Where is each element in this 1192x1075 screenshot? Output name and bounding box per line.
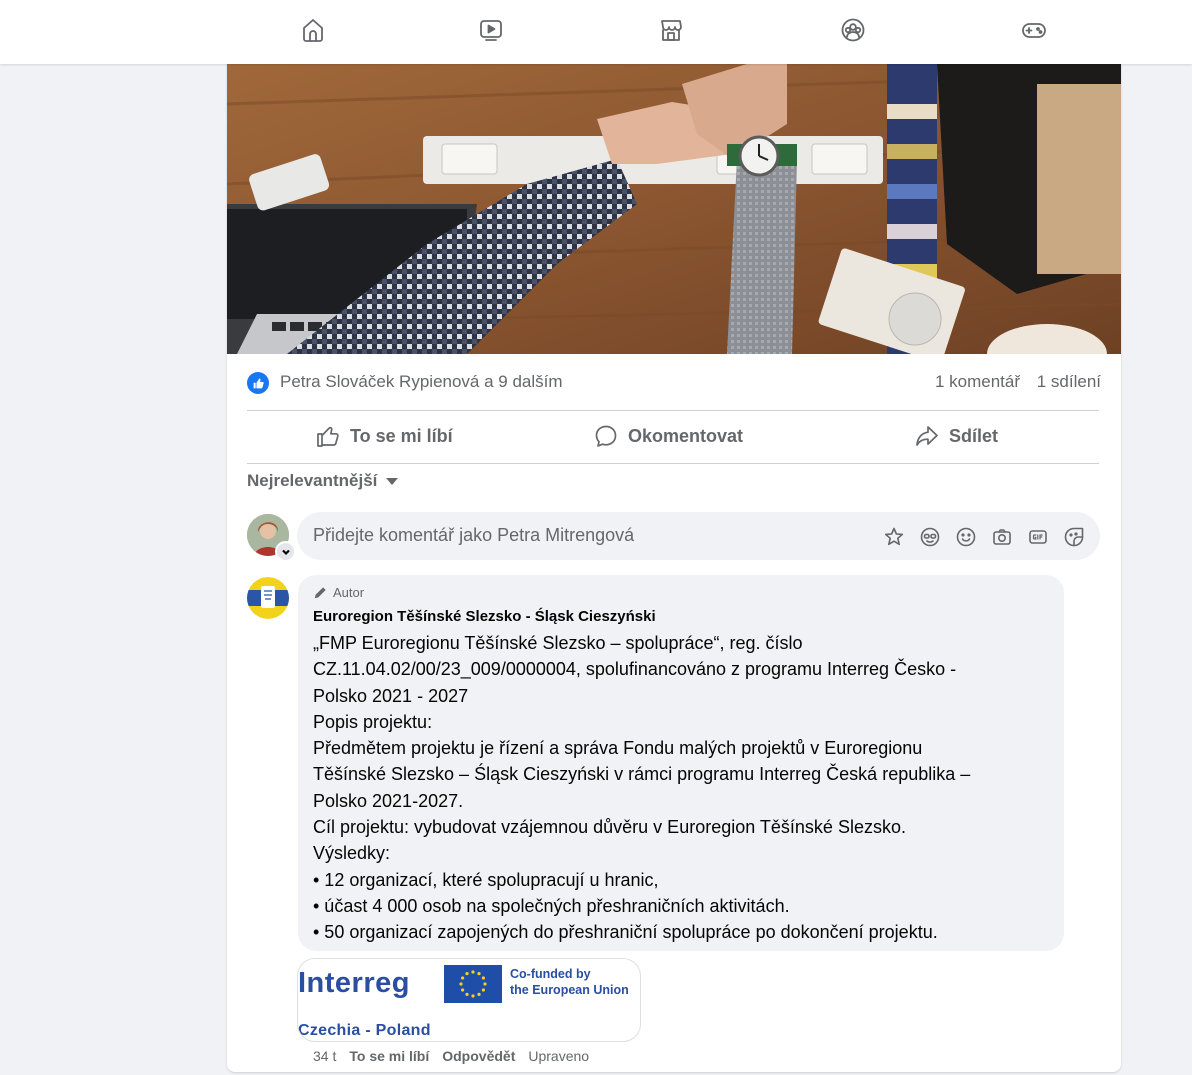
comment-like-link[interactable]: To se mi líbí <box>349 1048 429 1064</box>
groups-icon[interactable] <box>833 12 873 48</box>
author-badge-label: Autor <box>333 585 365 600</box>
comment-line: Předmětem projektu je řízení a správa Fo… <box>313 738 923 759</box>
euroregion-avatar[interactable] <box>247 577 289 619</box>
comment-line: • účast 4 000 osob na společných přeshra… <box>313 895 790 916</box>
comment-input-placeholder: Přidejte komentář jako Petra Mitrengová <box>313 525 635 545</box>
gif-icon[interactable] <box>1020 524 1056 550</box>
camera-icon[interactable] <box>984 524 1020 550</box>
comment-button[interactable]: Okomentovat <box>593 420 743 452</box>
smiley-icon[interactable] <box>948 524 984 550</box>
comment-line: „FMP Euroregionu Těšínské Slezsko – spol… <box>313 633 803 653</box>
comment-line: Cíl projektu: vybudovat vzájemnou důvěru… <box>313 817 906 838</box>
gaming-icon[interactable] <box>1014 12 1054 48</box>
post-actions: To se mi líbí Okomentovat Sdílet <box>247 412 1099 462</box>
comment-meta: 34 t To se mi líbí Odpovědět Upraveno <box>313 1048 602 1064</box>
home-icon[interactable] <box>293 12 333 48</box>
comment-line: CZ.11.04.02/00/23_009/0000004, spolufina… <box>313 659 957 680</box>
comment-line: Těšínské Slezsko – Śląsk Cieszyński v rá… <box>313 764 971 785</box>
thumbs-up-icon <box>317 426 339 447</box>
top-navigation-bar <box>0 0 1192 64</box>
profile-switch-chevron-icon[interactable] <box>275 541 296 562</box>
comment-line: Výsledky: <box>313 843 391 864</box>
comment-line: Polsko 2021 - 2027 <box>313 685 469 706</box>
comment-line: • 50 organizací zapojených do přeshranič… <box>313 922 938 943</box>
share-icon <box>916 426 938 446</box>
sticker-icon[interactable] <box>1056 524 1092 550</box>
comment-body: „FMP Euroregionu Těšínské Slezsko – spol… <box>313 630 1053 946</box>
like-button[interactable]: To se mi líbí <box>315 420 453 452</box>
interreg-logo-text: Interreg <box>298 967 410 999</box>
comment-input[interactable]: Přidejte komentář jako Petra Mitrengová <box>297 512 1100 560</box>
post-card: Petra Slováček Rypienová a 9 dalším 1 ko… <box>227 64 1121 1072</box>
post-image[interactable] <box>227 64 1121 354</box>
cofunded-line: the European Union <box>510 982 629 997</box>
pen-icon <box>314 586 326 598</box>
comment-timestamp[interactable]: 34 t <box>313 1048 336 1064</box>
cofunded-line: Co-funded by <box>510 967 591 981</box>
comment-line: Popis projektu: <box>313 711 433 732</box>
eu-flag-icon <box>444 965 502 1003</box>
engagement-counts: 1 komentář 1 sdílení <box>923 372 1101 392</box>
comment-bubble: Autor Euroregion Těšínské Slezsko - Śląs… <box>298 575 1064 951</box>
reactions-summary: Petra Slováček Rypienová a 9 dalším 1 ko… <box>247 370 1101 394</box>
marketplace-icon[interactable] <box>651 12 691 48</box>
comment-sort-dropdown[interactable]: Nejrelevantnější <box>247 471 399 491</box>
comment-line: • 12 organizací, které spolupracují u hr… <box>313 869 659 890</box>
sort-label: Nejrelevantnější <box>247 471 378 490</box>
shares-count[interactable]: 1 sdílení <box>1037 372 1101 391</box>
reactors-link[interactable]: Petra Slováček Rypienová a 9 dalším <box>280 372 563 392</box>
comment-reply-link[interactable]: Odpovědět <box>442 1048 515 1064</box>
comment-line: Polsko 2021-2027. <box>313 790 464 811</box>
share-button[interactable]: Sdílet <box>914 420 998 452</box>
comments-count[interactable]: 1 komentář <box>935 372 1020 391</box>
like-icon <box>247 372 269 394</box>
like-label: To se mi líbí <box>350 425 453 446</box>
caret-down-icon <box>386 477 399 485</box>
emoji-face-icon[interactable] <box>912 524 948 550</box>
share-label: Sdílet <box>949 425 999 446</box>
author-badge: Autor <box>313 585 364 600</box>
comment-label: Okomentovat <box>628 425 744 446</box>
region-label: Czechia - Poland <box>298 1022 431 1039</box>
divider <box>247 463 1099 464</box>
comment-author-link[interactable]: Euroregion Těšínské Slezsko - Śląsk Cies… <box>313 608 656 625</box>
video-icon[interactable] <box>471 12 511 48</box>
comment-attachment-image[interactable]: Interreg Co-funded by the European Union… <box>297 958 641 1042</box>
composer-tools <box>876 524 1092 550</box>
cofunded-label: Co-funded by the European Union <box>510 967 629 998</box>
comment-icon <box>595 425 617 447</box>
avatar-sticker-icon[interactable] <box>876 524 912 550</box>
comment-edited-label[interactable]: Upraveno <box>528 1048 589 1064</box>
divider <box>247 410 1099 411</box>
